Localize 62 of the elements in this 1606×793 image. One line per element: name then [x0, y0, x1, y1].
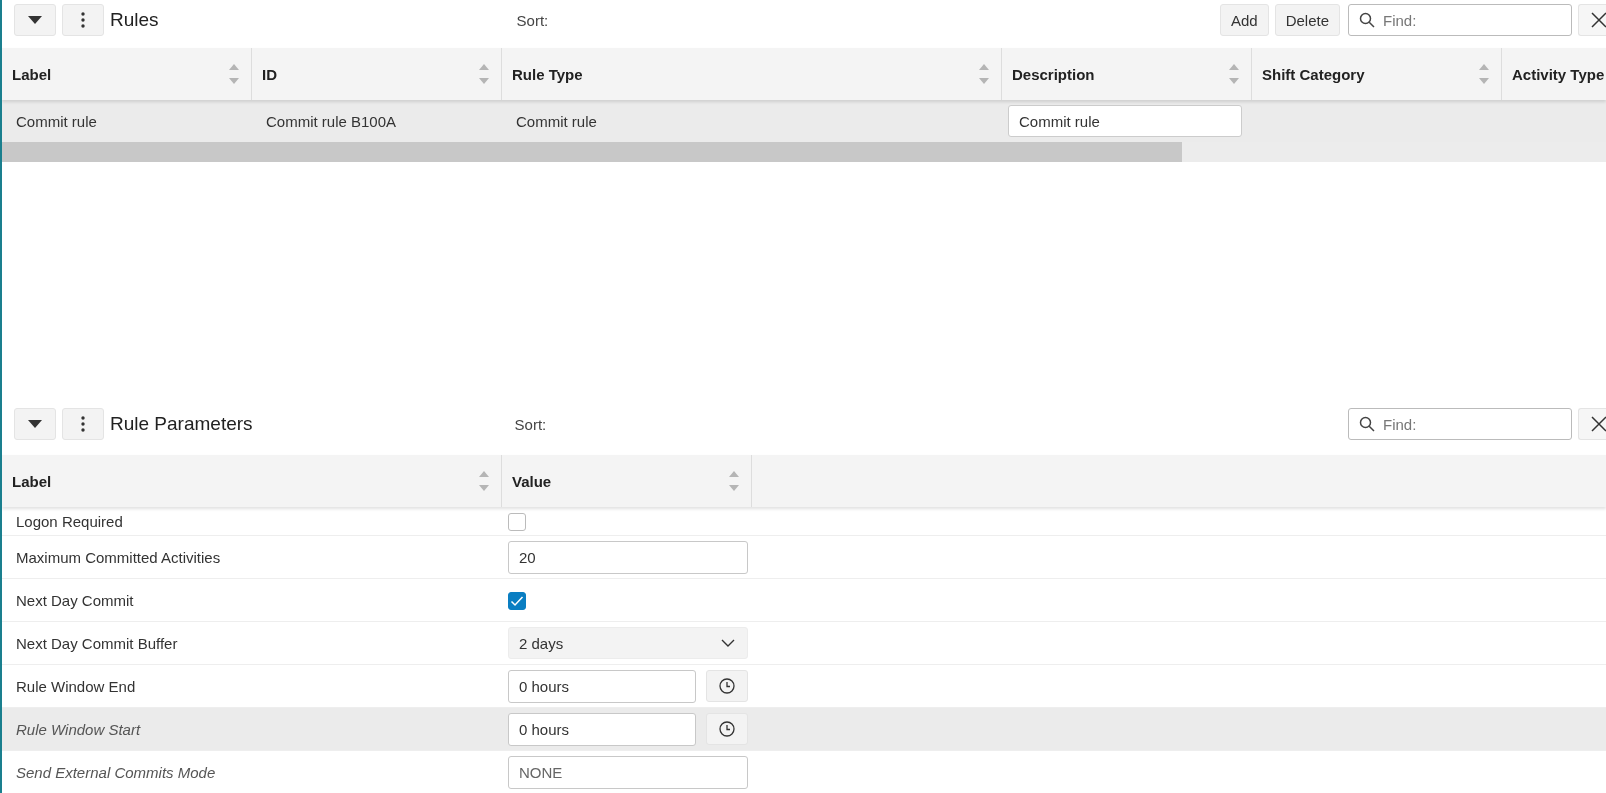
kebab-icon: [81, 12, 85, 28]
more-button[interactable]: [62, 4, 104, 36]
checkbox[interactable]: [508, 513, 526, 531]
parameter-row[interactable]: Next Day Commit Buffer 2 days: [2, 622, 1606, 665]
parameter-label: Next Day Commit: [16, 591, 134, 609]
scrollbar-thumb[interactable]: [2, 142, 1182, 162]
parameter-row[interactable]: Logon Required: [2, 507, 1606, 536]
panel-title: Rule Parameters: [110, 413, 253, 435]
clock-icon: [719, 721, 735, 737]
close-icon: [1591, 12, 1606, 28]
close-icon: [1591, 416, 1606, 432]
sort-icon: [1229, 63, 1239, 85]
action-button[interactable]: Add: [1219, 4, 1269, 36]
parameter-label: Send External Commits Mode: [16, 763, 216, 781]
checkbox[interactable]: [508, 592, 526, 610]
collapse-button[interactable]: [14, 408, 56, 440]
panel-title: Rules: [110, 9, 159, 31]
clock-icon: [719, 678, 735, 694]
search-field[interactable]: Find:: [1348, 408, 1572, 440]
sort-icon: [1479, 63, 1489, 85]
value-field[interactable]: 20: [508, 540, 748, 574]
value-dropdown[interactable]: 2 days: [508, 627, 748, 659]
table-cell: Commit rule B100A: [266, 112, 397, 130]
close-button[interactable]: [1578, 4, 1606, 36]
column-header[interactable]: Label: [2, 455, 502, 507]
parameter-label: Maximum Committed Activities: [16, 548, 221, 566]
sort-icon: [979, 63, 989, 85]
parameter-row[interactable]: Maximum Committed Activities 20: [2, 536, 1606, 579]
time-field[interactable]: 0 hours: [508, 712, 696, 746]
search-icon: [1359, 416, 1375, 432]
caret-icon: [28, 16, 42, 24]
parameter-label: Rule Window End: [16, 677, 136, 695]
sort-icon: [729, 470, 739, 492]
column-header[interactable]: Value: [502, 455, 752, 507]
search-field[interactable]: Find:: [1348, 4, 1572, 36]
sort-icon: [229, 63, 239, 85]
parameter-row[interactable]: Next Day Commit: [2, 579, 1606, 622]
chevron-down-icon: [721, 639, 735, 647]
parameter-label: Next Day Commit Buffer: [16, 634, 178, 652]
more-button[interactable]: [62, 408, 104, 440]
time-picker-button[interactable]: [706, 713, 748, 745]
search-icon: [1359, 12, 1375, 28]
sort-label: Sort:: [514, 415, 547, 433]
kebab-icon: [81, 416, 85, 432]
description-field[interactable]: Commit rule: [1008, 105, 1242, 137]
table-cell: Commit rule: [516, 112, 597, 130]
time-field[interactable]: 0 hours: [508, 669, 696, 703]
collapse-button[interactable]: [14, 4, 56, 36]
value-field[interactable]: NONE: [508, 755, 748, 789]
sort-icon: [479, 63, 489, 85]
close-button[interactable]: [1578, 408, 1606, 440]
parameter-row[interactable]: Rule Window Start 0 hours: [2, 708, 1606, 751]
sort-icon: [479, 470, 489, 492]
action-button[interactable]: Delete: [1274, 4, 1340, 36]
table-cell: Commit rule: [16, 112, 97, 130]
parameter-label: Logon Required: [16, 512, 123, 530]
caret-icon: [28, 420, 42, 428]
parameter-row[interactable]: Send External Commits Mode NONE: [2, 751, 1606, 793]
parameter-label: Rule Window Start: [16, 720, 141, 738]
sort-label: Sort:: [516, 11, 549, 29]
time-picker-button[interactable]: [706, 670, 748, 702]
table-row[interactable]: Commit rule Commit rule B100A Commit rule Commit rule: [2, 100, 1606, 142]
